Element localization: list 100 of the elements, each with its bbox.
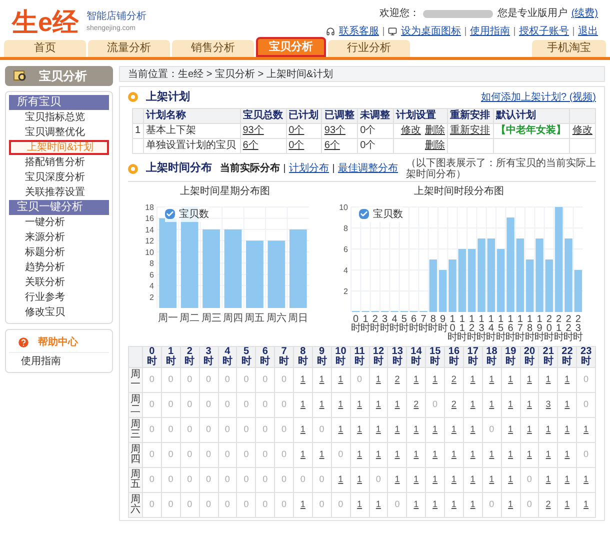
sidebar-item[interactable]: 宝贝指标总览 [9,110,109,125]
sidebar-item[interactable]: 搭配销售分析 [9,155,109,170]
count-cell[interactable]: 1 [312,442,332,467]
count-cell[interactable]: 1 [294,392,312,417]
count-cell[interactable]: 1 [463,367,482,392]
count-cell[interactable]: 1 [426,417,444,442]
count-cell[interactable]: 1 [482,442,502,467]
view-link[interactable]: 最佳调整分布 [338,161,398,176]
count-cell[interactable]: 3 [538,392,558,417]
count-cell[interactable]: 1 [406,367,426,392]
count-cell[interactable]: 1 [463,442,482,467]
count-cell[interactable]: 1 [501,417,520,442]
view-link[interactable]: 计划分布 [289,161,329,176]
count-cell[interactable]: 1 [331,467,350,492]
sidebar-item[interactable]: 趋势分析 [9,260,109,275]
count-cell[interactable]: 1 [388,442,407,467]
count-cell[interactable]: 1 [369,442,388,467]
count-cell[interactable]: 1 [501,442,520,467]
count-cell[interactable]: 1 [444,467,464,492]
count-cell[interactable]: 1 [463,492,482,517]
header-link[interactable]: 退出 [578,24,598,39]
count-cell[interactable]: 1 [482,367,502,392]
count-cell[interactable]: 1 [388,392,407,417]
count-cell[interactable]: 2 [388,367,407,392]
count-cell[interactable]: 1 [576,417,596,442]
count-cell[interactable]: 1 [501,392,520,417]
count-cell[interactable]: 1 [558,417,577,442]
count-cell[interactable]: 1 [406,417,426,442]
sidebar-item[interactable]: 来源分析 [9,230,109,245]
count-cell[interactable]: 1 [444,442,464,467]
count-cell[interactable]: 1 [312,367,332,392]
header-link[interactable]: 设为桌面图标 [401,24,461,39]
sidebar-item[interactable]: 宝贝调整优化 [9,125,109,140]
count-cell[interactable]: 1 [520,367,539,392]
sidebar-item[interactable]: 关联推荐设置 [9,185,109,200]
view-link[interactable]: 当前实际分布 [220,161,280,176]
count-cell[interactable]: 1 [294,442,312,467]
renew-link[interactable]: (续费) [571,6,598,21]
nav-tab[interactable]: 行业分析 [328,40,410,57]
sidebar-item[interactable]: 宝贝深度分析 [9,170,109,185]
legend-checkbox[interactable] [165,209,175,219]
count-cell[interactable]: 1 [312,392,332,417]
count-cell[interactable]: 1 [331,392,350,417]
count-cell[interactable]: 1 [576,492,596,517]
count-cell[interactable]: 1 [406,442,426,467]
count-cell[interactable]: 1 [350,442,369,467]
nav-tab[interactable]: 首页 [4,40,86,57]
count-cell[interactable]: 1 [294,367,312,392]
count-cell[interactable]: 1 [369,417,388,442]
count-cell[interactable]: 1 [294,492,312,517]
count-cell[interactable]: 1 [576,467,596,492]
sidebar-item[interactable]: 修改宝贝 [9,305,109,320]
count-cell[interactable]: 1 [406,467,426,492]
count-cell[interactable]: 1 [520,392,539,417]
count-cell[interactable]: 1 [538,467,558,492]
count-cell[interactable]: 2 [406,392,426,417]
count-cell[interactable]: 1 [406,492,426,517]
count-cell[interactable]: 1 [501,467,520,492]
help-link[interactable]: 使用指南 [9,353,109,369]
count-cell[interactable]: 1 [350,492,369,517]
count-cell[interactable]: 2 [538,492,558,517]
count-cell[interactable]: 1 [331,417,350,442]
count-cell[interactable]: 2 [444,367,464,392]
header-link[interactable]: 授权子账号 [519,24,569,39]
count-cell[interactable]: 1 [558,442,577,467]
count-cell[interactable]: 1 [350,417,369,442]
count-cell[interactable]: 1 [369,492,388,517]
count-cell[interactable]: 1 [350,392,369,417]
count-cell[interactable]: 1 [388,467,407,492]
count-cell[interactable]: 1 [558,392,577,417]
count-cell[interactable]: 1 [463,392,482,417]
count-cell[interactable]: 1 [331,367,350,392]
count-cell[interactable]: 1 [426,492,444,517]
action-link[interactable]: 删除 [424,124,445,136]
count-cell[interactable]: 2 [444,392,464,417]
count-cell[interactable]: 1 [388,417,407,442]
sidebar-item[interactable]: 关联分析 [9,275,109,290]
count-cell[interactable]: 1 [426,442,444,467]
nav-tab[interactable]: 流量分析 [88,40,170,57]
count-cell[interactable]: 1 [444,417,464,442]
sidebar-item[interactable]: 一键分析 [9,215,109,230]
header-link[interactable]: 联系客服 [339,24,379,39]
count-cell[interactable]: 1 [426,467,444,492]
count-cell[interactable]: 1 [501,367,520,392]
count-cell[interactable]: 1 [538,367,558,392]
header-link[interactable]: 使用指南 [470,24,510,39]
count-cell[interactable]: 1 [463,467,482,492]
count-cell[interactable]: 1 [520,417,539,442]
sidebar-item[interactable]: 标题分析 [9,245,109,260]
count-cell[interactable]: 1 [463,417,482,442]
count-cell[interactable]: 1 [350,467,369,492]
count-cell[interactable]: 1 [369,392,388,417]
count-cell[interactable]: 1 [369,367,388,392]
count-cell[interactable]: 1 [558,492,577,517]
nav-tab[interactable]: 销售分析 [172,40,254,57]
nav-tab[interactable]: 手机淘宝 [532,40,606,57]
count-cell[interactable]: 1 [426,367,444,392]
count-cell[interactable]: 1 [538,442,558,467]
count-cell[interactable]: 1 [444,492,464,517]
count-cell[interactable]: 1 [558,467,577,492]
